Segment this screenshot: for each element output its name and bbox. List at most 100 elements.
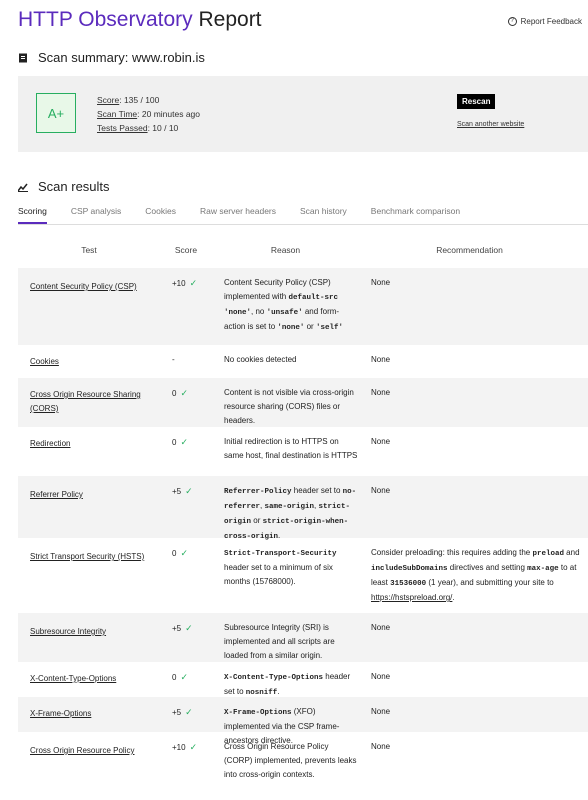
score-cell: +5 ✓ (160, 613, 212, 662)
tab-csp-analysis[interactable]: CSP analysis (71, 206, 121, 224)
score-cell: 0 ✓ (160, 378, 212, 427)
test-link[interactable]: Cross Origin Resource Sharing (CORS) (18, 378, 160, 427)
summary-box: A+ Score: 135 / 100 Scan Time: 20 minute… (18, 76, 588, 152)
tab-benchmark[interactable]: Benchmark comparison (371, 206, 460, 224)
summary-metrics: Score: 135 / 100 Scan Time: 20 minutes a… (97, 93, 200, 135)
table-row: Redirection 0 ✓ Initial redirection is to H… (18, 427, 588, 476)
recommendation-cell: None (371, 672, 391, 681)
table-row: Subresource Integrity +5 ✓ Subresource Inte… (18, 613, 588, 662)
score-cell: - (160, 345, 212, 378)
tests-passed-key: Tests Passed (97, 123, 148, 133)
score-value: +10 (172, 743, 186, 752)
reason-cell: Referrer-Policy header set to no-referre… (224, 486, 357, 541)
recommendation-cell: None (371, 437, 391, 446)
score-key: Score (97, 95, 120, 105)
check-icon: ✓ (180, 388, 188, 398)
check-icon: ✓ (180, 437, 188, 447)
table-row: X-Content-Type-Options 0 ✓ X-Content-Type-O… (18, 662, 588, 697)
chart-icon (18, 183, 28, 192)
score-value: 0 (172, 549, 177, 558)
results-tabs: Scoring CSP analysis Cookies Raw server … (18, 206, 588, 225)
reason-cell: X-Frame-Options (XFO) implemented via th… (224, 707, 340, 745)
table-header: Test Score Reason Recommendation (18, 232, 588, 268)
recommendation-cell: None (371, 707, 391, 716)
grade-badge: A+ (36, 93, 76, 133)
recommendation-cell: None (371, 742, 391, 751)
title-rest: Report (192, 8, 262, 31)
recommendation-cell: None (371, 355, 391, 364)
test-link[interactable]: Cross Origin Resource Policy (18, 732, 160, 781)
check-icon: ✓ (185, 486, 193, 496)
page-header: HTTP Observatory Report ? Report Feedbac… (18, 6, 582, 36)
score-value: 0 (172, 673, 177, 682)
check-icon: ✓ (189, 278, 198, 288)
score-value: 0 (172, 438, 177, 447)
test-link[interactable]: Referrer Policy (18, 476, 160, 538)
scoring-table: Test Score Reason Recommendation Content… (18, 232, 588, 781)
test-link[interactable]: Strict Transport Security (HSTS) (18, 538, 160, 613)
score-cell: 0 ✓ (160, 538, 212, 613)
reason-cell: X-Content-Type-Options header set to nos… (224, 672, 351, 697)
score-value: : 135 / 100 (119, 95, 160, 105)
score-value: +5 (172, 487, 182, 496)
scan-summary-heading: Scan summary: www.robin.is (18, 50, 205, 65)
reason-cell: No cookies detected (224, 355, 297, 364)
score-cell: 0 ✓ (160, 662, 212, 697)
rescan-button[interactable]: Rescan (457, 94, 496, 109)
score-cell: +5 ✓ (160, 476, 212, 538)
score-cell: +5 ✓ (160, 697, 212, 732)
recommendation-cell: None (371, 388, 391, 397)
check-icon: ✓ (180, 548, 188, 558)
scan-another-link[interactable]: Scan another website (457, 121, 524, 128)
tab-scoring[interactable]: Scoring (18, 206, 47, 224)
reason-cell: Content is not visible via cross-origin … (224, 388, 354, 425)
scan-time-key: Scan Time (97, 109, 138, 119)
document-icon (19, 53, 27, 62)
tests-passed-value: : 10 / 10 (147, 123, 179, 133)
scan-results-heading: Scan results (18, 179, 110, 194)
brand-title: HTTP Observatory (18, 8, 193, 31)
reason-cell: Cross Origin Resource Policy (CORP) impl… (224, 742, 357, 779)
check-icon: ✓ (189, 742, 198, 752)
recommendation-cell: None (371, 486, 391, 495)
header-test: Test (81, 245, 97, 255)
report-feedback-link[interactable]: ? Report Feedback (507, 17, 582, 26)
recommendation-cell: None (371, 623, 391, 632)
tab-scan-history[interactable]: Scan history (300, 206, 347, 224)
score-value: - (172, 355, 175, 364)
table-row: Cross Origin Resource Sharing (CORS) 0 ✓ Co… (18, 378, 588, 427)
test-link[interactable]: X-Frame-Options (18, 697, 160, 732)
table-body: Content Security Policy (CSP) +10 ✓ Content… (18, 268, 588, 781)
hsts-preload-link[interactable]: https://hstspreload.org/ (371, 593, 452, 602)
header-recommendation: Recommendation (436, 245, 503, 255)
test-link[interactable]: Subresource Integrity (18, 613, 160, 662)
tab-cookies[interactable]: Cookies (145, 206, 176, 224)
table-row: Referrer Policy +5 ✓ Referrer-Policy header… (18, 476, 588, 541)
summary-site: www.robin.is (131, 50, 205, 65)
test-link[interactable]: Content Security Policy (CSP) (18, 268, 160, 345)
feedback-label: Report Feedback (520, 17, 582, 26)
recommendation-cell: Consider preloading: this requires addin… (371, 548, 580, 602)
header-score: Score (174, 245, 198, 255)
summary-label: Scan summary: (38, 50, 129, 65)
table-row: Content Security Policy (CSP) +10 ✓ Content… (18, 268, 588, 345)
score-value: +5 (172, 624, 182, 633)
scan-time-value: : 20 minutes ago (137, 109, 201, 119)
results-title: Scan results (38, 179, 110, 194)
check-icon: ✓ (185, 707, 193, 717)
test-link[interactable]: Redirection (18, 427, 160, 476)
recommendation-cell: None (371, 278, 391, 287)
reason-cell: Subresource Integrity (SRI) is implement… (224, 623, 335, 660)
table-row: Cross Origin Resource Policy +10 ✓ Cross Or… (18, 732, 588, 781)
score-cell: +10 ✓ (160, 268, 212, 345)
score-value: +10 (172, 279, 186, 288)
table-row: Strict Transport Security (HSTS) 0 ✓ Strict… (18, 538, 588, 613)
tab-raw-headers[interactable]: Raw server headers (200, 206, 276, 224)
table-row: Cookies - No cookies detected None (18, 345, 588, 378)
score-cell: 0 ✓ (160, 427, 212, 476)
test-link[interactable]: X-Content-Type-Options (18, 662, 160, 697)
test-link[interactable]: Cookies (18, 345, 160, 378)
reason-cell: Strict-Transport-Security header set to … (224, 550, 337, 586)
header-reason: Reason (270, 245, 301, 255)
check-icon: ✓ (180, 672, 188, 682)
